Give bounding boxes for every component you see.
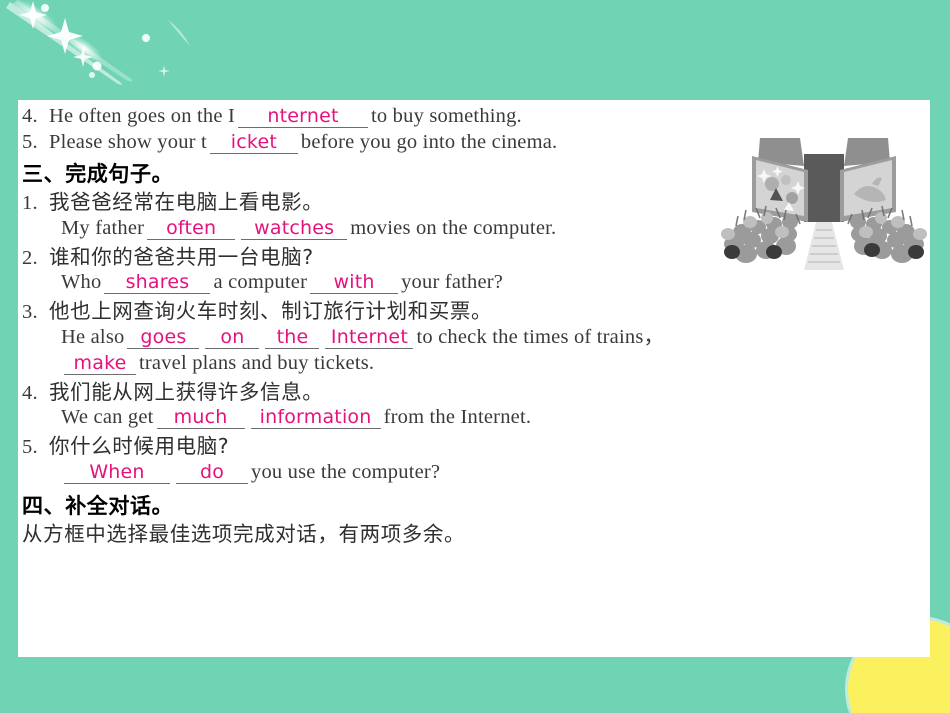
sentence-before: Please show your t: [49, 131, 207, 153]
chinese-prompt: 你什么时候用电脑?: [49, 434, 230, 458]
line-number: 4.: [22, 381, 38, 404]
sparkle-burst-icon: [6, 0, 190, 85]
answer-blank[interactable]: the: [265, 327, 320, 349]
answer-blank[interactable]: on: [205, 327, 260, 349]
line-number: 3.: [22, 301, 38, 323]
content-sheet: 4. He often goes on the I nternet to buy…: [18, 100, 930, 657]
line-number: 5.: [22, 436, 38, 458]
sentence-part: a computer: [213, 271, 308, 293]
exercise-content: 4. He often goes on the I nternet to buy…: [22, 106, 722, 544]
cinema-theater-illustration: [721, 138, 927, 270]
sentence-part: you use the computer?: [251, 460, 441, 483]
item-4-chinese: 4. 我们能从网上获得许多信息。: [22, 379, 722, 404]
line-number: 1.: [22, 192, 38, 214]
line-number: 2.: [22, 246, 38, 269]
answer-blank[interactable]: icket: [209, 133, 298, 154]
chinese-prompt: 谁和你的爸爸共用一台电脑?: [49, 244, 314, 269]
sentence-part: Who: [61, 271, 102, 293]
slide-canvas: 4. He often goes on the I nternet to buy…: [0, 0, 950, 713]
answer-blank[interactable]: with: [310, 273, 399, 294]
item-2-english: Who shares a computer with your father?: [22, 272, 722, 294]
item-2-chinese: 2. 谁和你的爸爸共用一台电脑?: [22, 244, 722, 269]
sentence-part: travel plans and buy tickets.: [139, 351, 375, 374]
sentence-after: before you go into the cinema.: [300, 131, 558, 153]
exercise-line-5: 5. Please show your t icket before you g…: [22, 132, 722, 154]
sentence-after: to buy something.: [371, 105, 522, 127]
item-3-chinese: 3. 他也上网查询火车时刻、制订旅行计划和买票。: [22, 301, 722, 323]
answer-blank[interactable]: nternet: [238, 107, 368, 128]
section-four-instruction-row: 从方框中选择最佳选项完成对话，有两项多余。: [22, 521, 722, 546]
item-3-english-a: He also goes on the Internet to check th…: [22, 325, 722, 349]
exercise-line-4: 4. He often goes on the I nternet to buy…: [22, 106, 722, 128]
answer-blank[interactable]: do: [176, 462, 248, 484]
answer-blank[interactable]: much: [156, 408, 245, 429]
answer-blank[interactable]: shares: [104, 273, 211, 294]
sentence-part: movies on the computer.: [350, 216, 557, 239]
item-3-english-b: make travel plans and buy tickets.: [22, 351, 722, 375]
item-5-chinese: 5. 你什么时候用电脑?: [22, 436, 722, 458]
sentence-part: from the Internet.: [383, 406, 532, 428]
answer-blank[interactable]: When: [64, 462, 170, 484]
sentence-before: He often goes on the I: [49, 105, 235, 127]
answer-blank[interactable]: make: [64, 353, 136, 375]
section-heading-three: 三、完成句子。: [22, 162, 174, 186]
item-1-english: My father often watches movies on the co…: [22, 216, 722, 240]
answer-blank[interactable]: watches: [241, 218, 348, 240]
line-number: 4.: [22, 105, 38, 127]
sentence-part: to check the times of trains，: [416, 325, 665, 348]
chinese-prompt: 他也上网查询火车时刻、制订旅行计划和买票。: [49, 299, 493, 323]
answer-blank[interactable]: information: [250, 408, 381, 429]
item-4-english: We can get much information from the Int…: [22, 407, 722, 429]
section-four-instruction: 从方框中选择最佳选项完成对话，有两项多余。: [22, 521, 466, 546]
item-1-chinese: 1. 我爸爸经常在电脑上看电影。: [22, 192, 722, 214]
section-heading-four: 四、补全对话。: [22, 493, 174, 518]
answer-blank[interactable]: goes: [127, 327, 200, 349]
line-number: 5.: [22, 131, 38, 153]
answer-blank[interactable]: Internet: [325, 327, 414, 349]
answer-blank[interactable]: often: [147, 218, 236, 240]
sentence-part: We can get: [61, 406, 154, 428]
chinese-prompt: 我爸爸经常在电脑上看电影。: [49, 190, 324, 214]
item-5-english: When do you use the computer?: [22, 460, 722, 484]
sentence-part: He also: [61, 325, 125, 348]
sentence-part: your father?: [401, 271, 504, 293]
chinese-prompt: 我们能从网上获得许多信息。: [49, 379, 324, 404]
sentence-part: My father: [61, 216, 145, 239]
